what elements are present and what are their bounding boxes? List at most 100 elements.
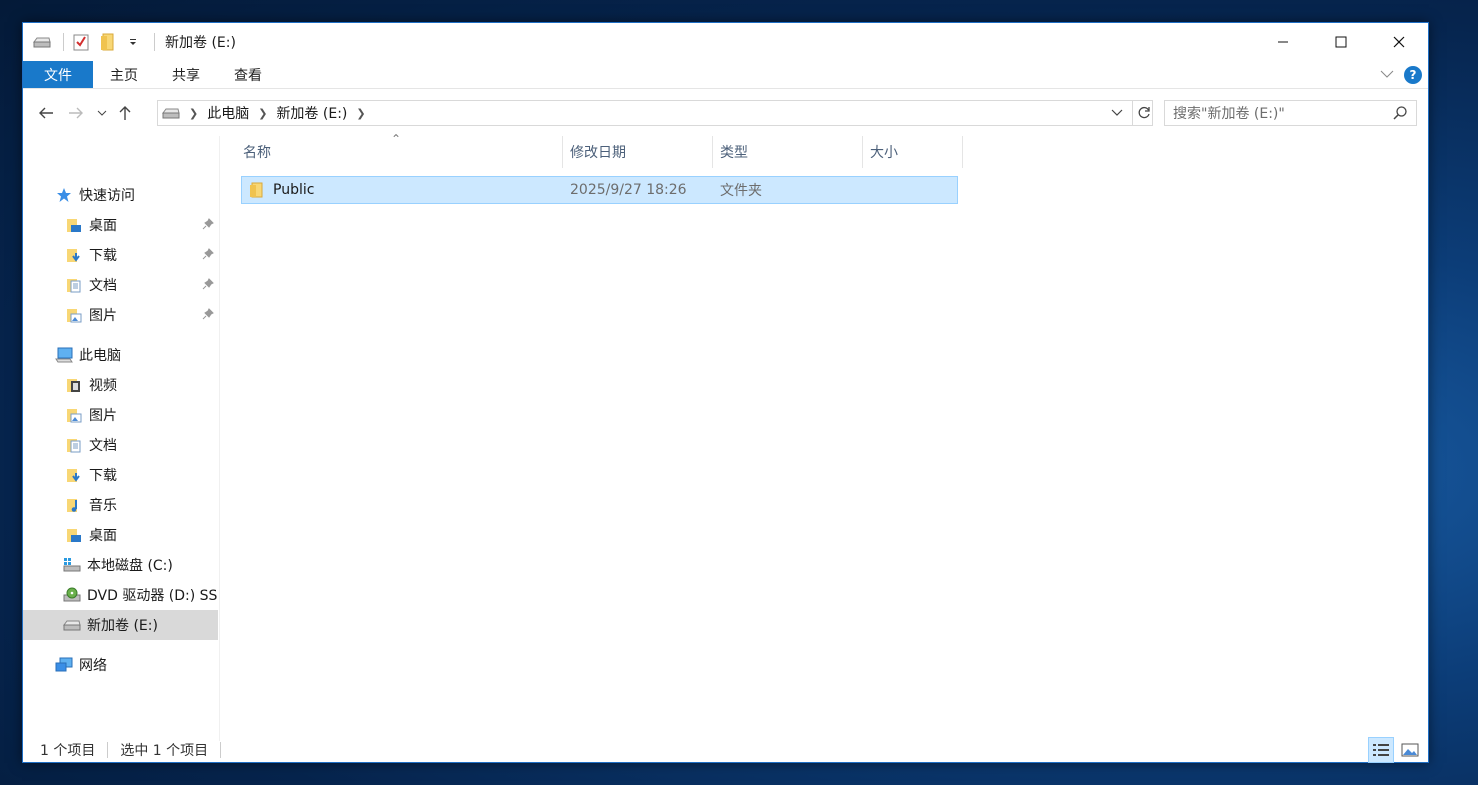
breadcrumb-separator-icon[interactable]: ❯ [258,107,267,120]
forward-button[interactable] [61,98,91,128]
column-header-type[interactable]: 类型 [713,136,863,168]
address-drive-icon [162,107,180,119]
sidebar-item-label: 文档 [89,278,117,294]
column-header-label: 类型 [720,145,748,161]
up-button[interactable] [113,98,137,128]
sidebar-item-drive-e[interactable]: 新加卷 (E:) [23,610,218,640]
minimize-button[interactable] [1254,23,1312,61]
details-view-icon [1373,744,1389,756]
file-name-cell: Public [249,177,314,203]
sidebar-item-this-pc[interactable]: 此电脑 [23,340,218,370]
breadcrumb-separator-icon[interactable]: ❯ [356,107,365,120]
status-divider [107,742,109,758]
close-button[interactable] [1370,23,1428,61]
network-icon [55,656,73,674]
tab-file[interactable]: 文件 [23,61,93,88]
tab-view[interactable]: 查看 [217,61,279,88]
expand-ribbon-icon[interactable] [1380,67,1394,83]
sidebar-item-label: 图片 [89,308,117,324]
details-view-button[interactable] [1368,737,1394,763]
help-icon[interactable]: ? [1404,66,1422,84]
sidebar-item-label: 桌面 [89,528,117,544]
address-bar[interactable]: ❯ 此电脑 ❯ 新加卷 (E:) ❯ [157,100,1153,126]
computer-icon [55,346,73,364]
column-header-modified[interactable]: 修改日期 [563,136,713,168]
sidebar-item-label: 视频 [89,378,117,394]
large-icons-view-button[interactable] [1397,737,1423,763]
sidebar-item-drive-d[interactable]: DVD 驱动器 (D:) SS [23,580,218,610]
explorer-window: 新加卷 (E:) 文件 主页 共享 查看 ? ❯ 此电脑 ❯ 新加卷 (E:) … [22,22,1429,763]
customize-qat-icon[interactable] [122,31,144,53]
desktop-folder-icon [65,216,83,234]
pictures-folder-icon [65,406,83,424]
back-arrow-icon [39,107,53,119]
chevron-down-icon [97,110,107,116]
sidebar-item-label: 图片 [89,408,117,424]
drive-icon [63,616,81,634]
downloads-folder-icon [65,246,83,264]
address-history-button[interactable] [1106,101,1128,125]
column-header-label: 修改日期 [570,145,626,161]
sidebar-item-videos[interactable]: 视频 [23,370,218,400]
breadcrumb-separator-icon[interactable]: ❯ [189,107,198,120]
sidebar-item-label: 下载 [89,248,117,264]
navigation-pane: 快速访问 桌面 下载 文档 图片 此电脑 视频 图片 文档 下载 音乐 桌面 本… [23,136,220,741]
documents-folder-icon [65,436,83,454]
qat-divider [63,33,64,51]
pin-icon[interactable] [202,248,214,264]
back-button[interactable] [31,98,61,128]
sidebar-item-label: 此电脑 [79,348,121,364]
folder-icon [249,182,265,198]
pin-icon[interactable] [202,308,214,324]
minimize-icon [1278,41,1288,43]
tab-home[interactable]: 主页 [93,61,155,88]
window-title: 新加卷 (E:) [165,35,236,51]
sidebar-item-desktop[interactable]: 桌面 [23,520,218,550]
sidebar-item-desktop-pinned[interactable]: 桌面 [23,210,218,240]
sidebar-item-pictures[interactable]: 图片 [23,400,218,430]
sidebar-item-downloads-pinned[interactable]: 下载 [23,240,218,270]
sidebar-item-music[interactable]: 音乐 [23,490,218,520]
file-modified: 2025/9/27 18:26 [570,182,687,198]
status-bar: 1 个项目 选中 1 个项目 [23,737,1428,763]
sidebar-item-label: 文档 [89,438,117,454]
sidebar-item-label: 音乐 [89,498,117,514]
sidebar-item-label: 网络 [79,658,107,674]
sidebar-item-downloads[interactable]: 下载 [23,460,218,490]
quick-access-toolbar: 新加卷 (E:) [23,23,236,61]
music-folder-icon [65,496,83,514]
properties-icon[interactable] [70,31,92,53]
recent-locations-button[interactable] [91,98,113,128]
pin-icon[interactable] [202,218,214,234]
desktop-folder-icon [65,526,83,544]
star-icon [55,186,73,204]
sidebar-item-quick-access[interactable]: 快速访问 [23,180,218,210]
pin-icon[interactable] [202,278,214,294]
window-controls [1254,23,1428,61]
file-row[interactable]: Public 2025/9/27 18:26 文件夹 [241,176,958,204]
tab-share[interactable]: 共享 [155,61,217,88]
qat-divider [154,33,155,51]
sidebar-item-label: 桌面 [89,218,117,234]
file-name: Public [273,182,315,198]
chevron-down-icon [1111,109,1123,116]
column-header-name[interactable]: 名称 ⌃ [221,132,563,168]
sidebar-item-pictures-pinned[interactable]: 图片 [23,300,218,330]
search-box[interactable]: 搜索"新加卷 (E:)" [1164,100,1417,126]
sidebar-item-documents-pinned[interactable]: 文档 [23,270,218,300]
new-folder-icon[interactable] [96,31,118,53]
sidebar-item-network[interactable]: 网络 [23,650,218,680]
drive-icon [31,31,53,53]
status-divider [220,742,222,758]
downloads-folder-icon [65,466,83,484]
column-header-label: 名称 [243,145,271,161]
sidebar-item-documents[interactable]: 文档 [23,430,218,460]
sidebar-item-drive-c[interactable]: 本地磁盘 (C:) [23,550,218,580]
search-icon[interactable] [1392,105,1408,125]
search-placeholder: 搜索"新加卷 (E:)" [1173,106,1285,122]
column-header-size[interactable]: 大小 [863,136,963,168]
refresh-button[interactable] [1132,101,1154,125]
maximize-button[interactable] [1312,23,1370,61]
breadcrumb-this-pc[interactable]: 此电脑 [207,103,249,123]
breadcrumb-drive-e[interactable]: 新加卷 (E:) [276,103,347,123]
